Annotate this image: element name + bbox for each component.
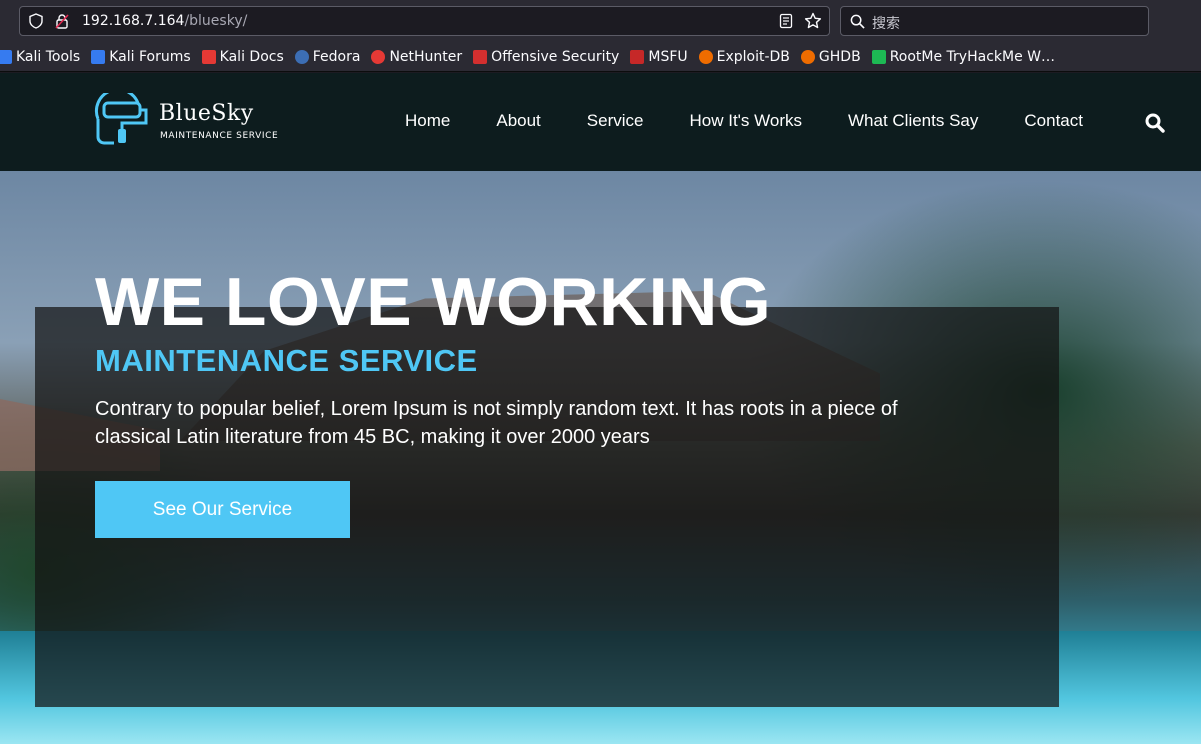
bookmark-fedora[interactable]: Fedora xyxy=(294,48,372,65)
insecure-lock-icon[interactable] xyxy=(54,13,70,29)
hero-section xyxy=(0,171,1201,744)
search-icon xyxy=(850,14,865,29)
bookmark-label: MSFU xyxy=(648,48,688,65)
kali-dragon-icon xyxy=(91,49,106,64)
main-nav: Home About Service How It's Works What C… xyxy=(405,111,1129,131)
bookmark-label: Fedora xyxy=(312,48,361,65)
bookmark-label: GHDB xyxy=(818,48,861,65)
bookmark-msfu[interactable]: MSFU xyxy=(630,49,698,65)
bookmark-label: Exploit-DB xyxy=(716,48,790,65)
fedora-icon xyxy=(294,49,309,64)
ghdb-icon xyxy=(800,49,815,64)
url-host: 192.168.7.164 xyxy=(82,13,185,29)
nav-service[interactable]: Service xyxy=(587,111,644,131)
url-bar[interactable]: 192.168.7.164/bluesky/ xyxy=(19,6,830,36)
nav-contact[interactable]: Contact xyxy=(1024,111,1083,131)
search-bar[interactable]: 搜索 xyxy=(840,6,1149,36)
shield-icon[interactable] xyxy=(28,13,44,29)
kali-dragon-icon xyxy=(0,49,12,64)
hero-heading: WE LOVE WORKING xyxy=(95,264,772,340)
bookmark-offensive-security[interactable]: Offensive Security xyxy=(473,49,630,65)
hero-subheading: MAINTENANCE SERVICE xyxy=(95,343,478,378)
bookmark-kali-forums[interactable]: Kali Forums xyxy=(91,49,201,65)
browser-toolbar: 192.168.7.164/bluesky/ 搜索 xyxy=(0,0,1201,42)
bookmark-rootme-tryhackme[interactable]: RootMe TryHackMe W… xyxy=(871,48,1066,65)
logo-title: BlueSky xyxy=(159,101,254,126)
hero-description: Contrary to popular belief, Lorem Ipsum … xyxy=(95,398,898,448)
url-path: /bluesky/ xyxy=(184,13,248,29)
nethunter-icon xyxy=(371,49,386,64)
paint-roller-logo-icon xyxy=(94,93,148,145)
nav-how-it-works[interactable]: How It's Works xyxy=(689,111,802,131)
bookmarks-bar: Kali Tools Kali Forums Kali Docs Fedora … xyxy=(0,42,1201,72)
offsec-icon xyxy=(473,49,488,64)
site-logo[interactable]: BlueSky MAINTENANCE SERVICE xyxy=(92,93,292,147)
exploitdb-icon xyxy=(698,49,713,64)
bookmark-kali-tools[interactable]: Kali Tools xyxy=(0,49,91,65)
kali-docs-icon xyxy=(201,49,216,64)
nav-what-clients-say[interactable]: What Clients Say xyxy=(848,111,978,131)
nav-about[interactable]: About xyxy=(496,111,540,131)
search-placeholder: 搜索 xyxy=(872,16,900,32)
bookmark-label: NetHunter xyxy=(389,48,463,65)
bookmark-label: Kali Tools xyxy=(16,48,81,65)
bookmark-label: Offensive Security xyxy=(491,48,620,65)
tryhackme-icon xyxy=(871,49,886,64)
bookmark-label: RootMe TryHackMe W… xyxy=(889,48,1055,65)
msfu-icon xyxy=(630,49,645,64)
site-header: BlueSky MAINTENANCE SERVICE Home About S… xyxy=(0,73,1201,171)
bookmark-label: Kali Forums xyxy=(109,48,191,65)
see-our-service-button[interactable]: See Our Service xyxy=(95,481,350,538)
bookmark-ghdb[interactable]: GHDB xyxy=(800,48,872,65)
bookmark-label: Kali Docs xyxy=(219,48,284,65)
bookmark-exploit-db[interactable]: Exploit-DB xyxy=(698,48,801,65)
bookmark-nethunter[interactable]: NetHunter xyxy=(371,49,473,65)
bookmark-kali-docs[interactable]: Kali Docs xyxy=(201,48,295,65)
nav-home[interactable]: Home xyxy=(405,111,450,131)
reader-view-icon[interactable] xyxy=(778,13,794,29)
logo-subtitle: MAINTENANCE SERVICE xyxy=(160,131,279,141)
bookmark-star-icon[interactable] xyxy=(804,12,822,30)
search-icon[interactable] xyxy=(1145,113,1165,133)
url-text[interactable]: 192.168.7.164/bluesky/ xyxy=(82,13,247,29)
website: BlueSky MAINTENANCE SERVICE Home About S… xyxy=(0,73,1201,744)
